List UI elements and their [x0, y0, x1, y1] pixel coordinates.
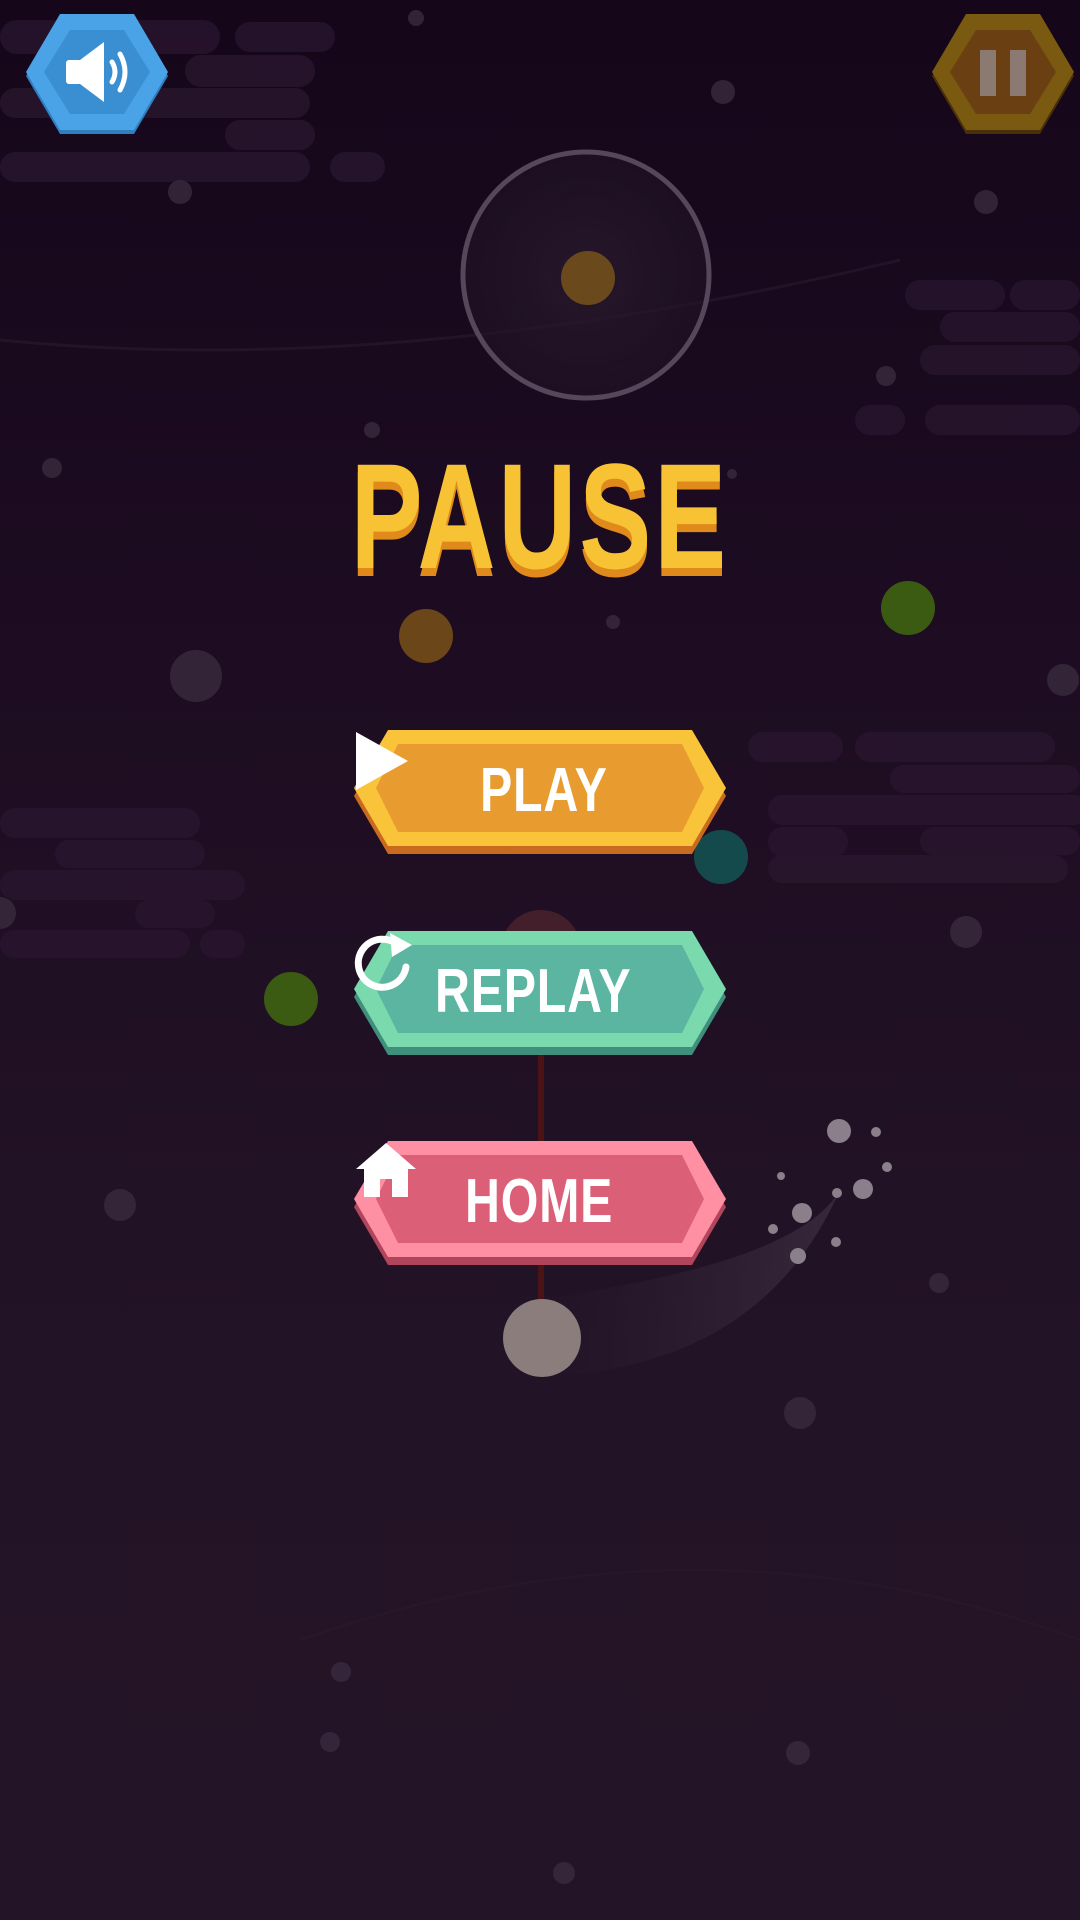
home-icon	[356, 1143, 416, 1197]
home-button[interactable]: HOME	[354, 1141, 726, 1271]
play-button[interactable]: PLAY	[354, 730, 726, 860]
replay-label: REPLAY	[435, 957, 632, 1026]
sound-button[interactable]	[24, 14, 170, 144]
speaker-icon	[66, 42, 128, 102]
pause-title: PAUSE	[350, 432, 730, 600]
replay-button[interactable]: REPLAY	[354, 931, 726, 1061]
pause-button[interactable]	[930, 14, 1076, 144]
replay-icon	[354, 933, 412, 991]
pause-icon	[980, 50, 1026, 96]
home-label: HOME	[465, 1167, 614, 1236]
play-icon	[356, 732, 408, 790]
play-label: PLAY	[480, 756, 608, 825]
